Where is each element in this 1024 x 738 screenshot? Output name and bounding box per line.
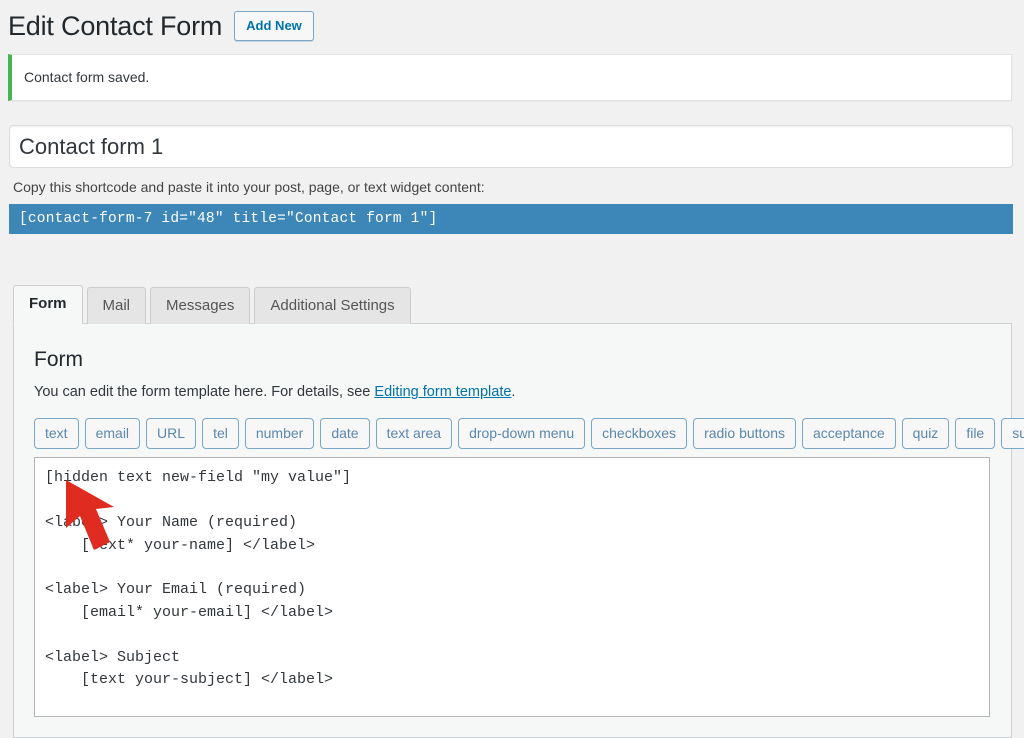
tab-additional-settings[interactable]: Additional Settings (254, 286, 411, 325)
notice-message: Contact form saved. (24, 69, 150, 86)
tag-generator-toolbar: text email URL tel number date text area… (34, 418, 1024, 450)
tag-button-text[interactable]: text (34, 418, 79, 450)
saved-notice: Contact form saved. (8, 54, 1012, 102)
editing-form-template-link[interactable]: Editing form template (374, 384, 511, 400)
tab-messages[interactable]: Messages (150, 286, 251, 325)
panel-description: You can edit the form template here. For… (34, 382, 991, 404)
tag-button-date[interactable]: date (320, 418, 370, 450)
tag-button-radio-buttons[interactable]: radio buttons (693, 418, 797, 450)
panel-description-before: You can edit the form template here. For… (34, 384, 375, 401)
tab-form[interactable]: Form (13, 284, 83, 325)
tag-button-quiz[interactable]: quiz (901, 418, 950, 450)
tag-button-drop-down-menu[interactable]: drop-down menu (458, 418, 586, 450)
page-title: Edit Contact Form (8, 11, 223, 41)
tag-button-submit[interactable]: submit (1001, 418, 1024, 450)
tab-bar: Form Mail Messages Additional Settings (13, 284, 1024, 325)
tab-mail[interactable]: Mail (86, 286, 147, 325)
tag-button-checkboxes[interactable]: checkboxes (591, 418, 688, 450)
shortcode-value[interactable]: [contact-form-7 id="48" title="Contact f… (9, 203, 1013, 234)
tag-button-text-area[interactable]: text area (375, 418, 453, 450)
tag-button-number[interactable]: number (244, 418, 315, 450)
tag-button-file[interactable]: file (955, 418, 996, 450)
form-panel: Form You can edit the form template here… (13, 323, 1024, 738)
tag-button-url[interactable]: URL (146, 418, 197, 450)
tag-button-acceptance[interactable]: acceptance (802, 418, 896, 450)
tag-button-tel[interactable]: tel (202, 418, 239, 450)
shortcode-help-text: Copy this shortcode and paste it into yo… (13, 179, 485, 196)
form-title-input[interactable] (9, 125, 1013, 169)
panel-description-after: . (511, 384, 516, 401)
page-header: Edit Contact Form Add New (0, 0, 1024, 48)
form-template-textarea[interactable]: [hidden text new-field "my value"] <labe… (34, 457, 990, 718)
admin-page: Edit Contact Form Add New Contact form s… (0, 0, 1024, 738)
tag-button-email[interactable]: email (84, 418, 141, 450)
panel-heading: Form (34, 348, 83, 372)
add-new-button[interactable]: Add New (234, 10, 314, 42)
